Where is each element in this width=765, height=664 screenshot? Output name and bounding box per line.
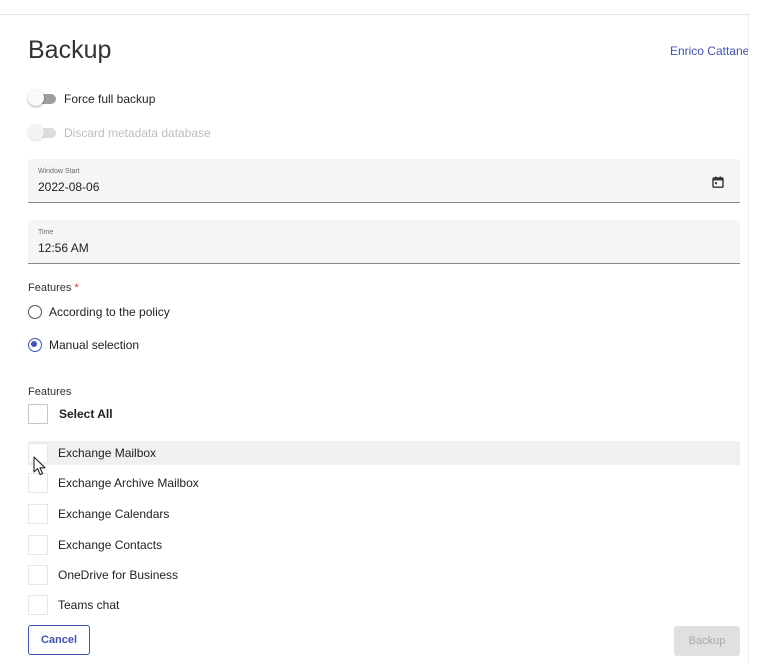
backup-button: Backup: [674, 626, 740, 656]
feature-label: Exchange Calendars: [58, 507, 170, 521]
select-all-row[interactable]: Select All: [28, 404, 113, 424]
discard-metadata-toggle-row: Discard metadata database: [28, 124, 211, 140]
feature-item-exchange-archive-mailbox[interactable]: Exchange Archive Mailbox: [28, 471, 740, 495]
required-marker: *: [74, 282, 79, 294]
radio-button-manual[interactable]: [28, 338, 42, 352]
window-start-label: Window Start: [38, 168, 80, 175]
scrollbar[interactable]: [748, 15, 765, 664]
feature-item-teams-chat[interactable]: Teams chat: [28, 593, 740, 617]
window-start-field[interactable]: Window Start 2022-08-06: [28, 159, 740, 203]
cancel-button[interactable]: Cancel: [28, 625, 90, 655]
discard-metadata-toggle: [28, 124, 56, 140]
feature-checkbox[interactable]: [28, 504, 48, 524]
feature-label: Exchange Archive Mailbox: [58, 476, 199, 490]
features-list-label: Features: [28, 386, 72, 398]
features-mode-label-text: Features: [28, 282, 72, 294]
select-all-checkbox[interactable]: [28, 404, 48, 424]
feature-checkbox[interactable]: [28, 595, 48, 615]
force-full-backup-toggle-row[interactable]: Force full backup: [28, 90, 156, 106]
window-start-value[interactable]: 2022-08-06: [38, 180, 99, 194]
user-name-link[interactable]: Enrico Cattaneo: [670, 44, 756, 58]
radio-according-to-policy[interactable]: According to the policy: [28, 305, 170, 319]
feature-checkbox[interactable]: [28, 473, 48, 493]
dialog-title: Backup: [28, 36, 112, 64]
feature-item-exchange-calendars[interactable]: Exchange Calendars: [28, 502, 740, 526]
feature-label: Exchange Mailbox: [58, 446, 157, 460]
feature-label: Exchange Contacts: [58, 538, 163, 552]
time-field[interactable]: Time 12:56 AM: [28, 220, 740, 264]
radio-label-policy: According to the policy: [49, 305, 170, 319]
feature-item-exchange-mailbox[interactable]: Exchange Mailbox: [28, 441, 740, 465]
feature-label: OneDrive for Business: [58, 568, 179, 582]
radio-label-manual: Manual selection: [49, 338, 140, 352]
radio-button-policy[interactable]: [28, 305, 42, 319]
discard-metadata-label: Discard metadata database: [64, 126, 211, 140]
force-full-backup-toggle[interactable]: [28, 90, 56, 106]
time-value[interactable]: 12:56 AM: [38, 241, 89, 255]
radio-manual-selection[interactable]: Manual selection: [28, 338, 139, 352]
time-label: Time: [38, 229, 54, 236]
features-mode-label: Features *: [28, 282, 79, 294]
feature-item-exchange-contacts[interactable]: Exchange Contacts: [28, 533, 740, 557]
calendar-icon[interactable]: [712, 176, 724, 188]
feature-checkbox[interactable]: [28, 535, 48, 555]
select-all-label: Select All: [59, 407, 113, 421]
force-full-backup-label: Force full backup: [64, 92, 156, 106]
feature-item-onedrive-for-business[interactable]: OneDrive for Business: [28, 563, 740, 587]
mouse-pointer-icon: [33, 456, 46, 476]
feature-label: Teams chat: [58, 598, 120, 612]
feature-checkbox[interactable]: [28, 565, 48, 585]
